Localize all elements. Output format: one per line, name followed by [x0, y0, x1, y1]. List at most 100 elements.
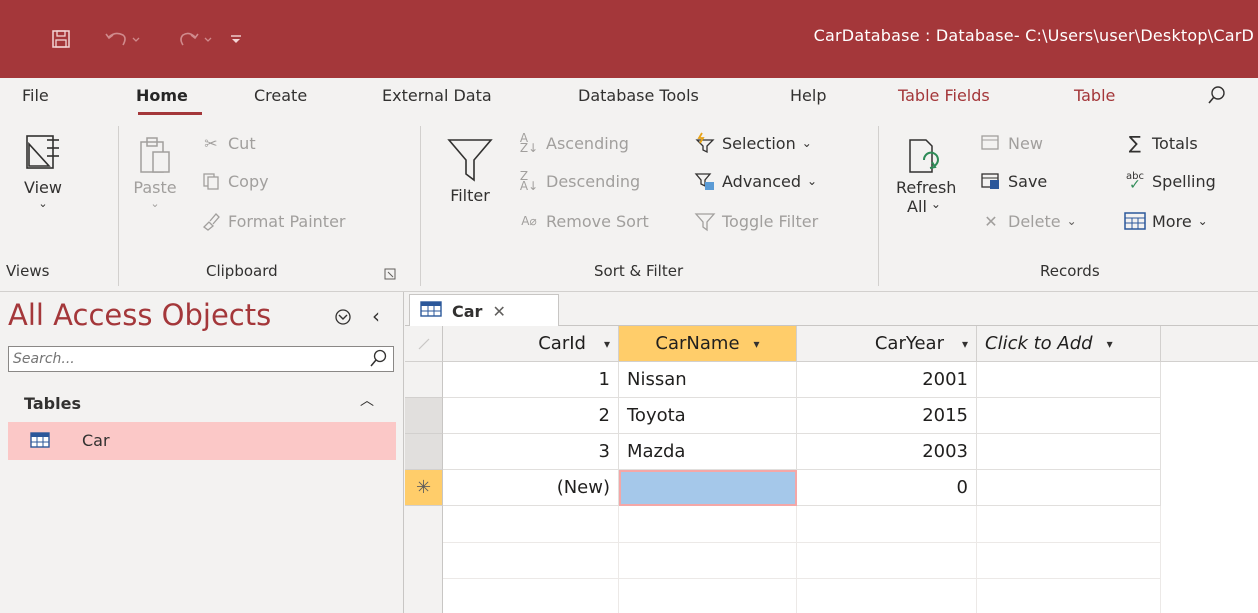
row-selector[interactable] [405, 362, 443, 398]
datasheet-grid: CarId ▾ CarName ▾ CarYear ▾ Click to Add ▾ 1… [405, 326, 1258, 613]
cell-caryear-new[interactable]: 0 [797, 470, 977, 506]
format-painter-button[interactable]: Format Painter [200, 210, 345, 232]
cell-carid[interactable]: 3 [443, 434, 619, 470]
advanced-filter-icon [694, 170, 716, 192]
cell-empty[interactable] [977, 434, 1161, 470]
group-label-records: Records [1040, 262, 1100, 280]
view-label: View [24, 178, 62, 197]
refresh-icon [909, 139, 939, 173]
select-all-corner[interactable] [405, 326, 443, 362]
save-icon[interactable] [46, 24, 76, 54]
delete-record-button[interactable]: ✕ Delete ⌄ [980, 210, 1076, 232]
nav-pane-title[interactable]: All Access Objects [8, 298, 271, 332]
document-tab-car[interactable]: Car ✕ [409, 294, 559, 327]
nav-search-input[interactable] [13, 349, 353, 369]
new-record-selector[interactable]: ✳ [405, 470, 443, 506]
save-record-icon [980, 170, 1002, 192]
remove-sort-label: Remove Sort [546, 211, 649, 231]
row-selector[interactable] [405, 434, 443, 470]
totals-label: Totals [1152, 133, 1198, 153]
cell-carid[interactable]: 1 [443, 362, 619, 398]
collapse-section-icon[interactable]: ︿ [360, 390, 374, 410]
cell-empty[interactable] [977, 362, 1161, 398]
tab-help[interactable]: Help [790, 86, 826, 105]
save-record-button[interactable]: Save [980, 170, 1047, 192]
paste-button[interactable]: Paste ⌄ [132, 136, 178, 210]
delete-x-icon: ✕ [984, 211, 998, 231]
toggle-filter-button[interactable]: Toggle Filter [694, 210, 818, 232]
refresh-label-1: Refresh [896, 178, 957, 197]
group-divider [118, 126, 119, 286]
remove-sort-button[interactable]: A⌀ Remove Sort [518, 210, 649, 232]
spelling-button[interactable]: abc ✓ Spelling [1124, 170, 1216, 193]
search-icon[interactable] [369, 348, 389, 372]
table-grid-icon [1124, 210, 1146, 232]
navigation-pane: All Access Objects ‹ Tables ︿ Car [0, 292, 404, 613]
selection-button[interactable]: Selection ⌄ [694, 132, 812, 154]
cell-empty[interactable] [977, 398, 1161, 434]
tab-table-fields[interactable]: Table Fields [898, 86, 990, 105]
funnel-icon [447, 139, 493, 182]
row-selector-gutter [405, 506, 443, 613]
tab-home[interactable]: Home [136, 86, 188, 105]
cell-carname[interactable]: Mazda [619, 434, 797, 470]
cell-carname[interactable]: Toyota [619, 398, 797, 434]
copy-icon [200, 170, 222, 192]
column-header-caryear[interactable]: CarYear ▾ [797, 326, 977, 362]
cell-carid[interactable]: 2 [443, 398, 619, 434]
group-label-sort-filter: Sort & Filter [594, 262, 684, 280]
more-label: More [1152, 211, 1192, 231]
cell-empty[interactable] [977, 470, 1161, 506]
advanced-button[interactable]: Advanced ⌄ [694, 170, 817, 192]
selection-label: Selection [722, 133, 796, 153]
row-selector[interactable] [405, 398, 443, 434]
new-record-button[interactable]: New [980, 132, 1043, 154]
undo-icon[interactable] [100, 24, 146, 54]
tab-table[interactable]: Table [1074, 86, 1115, 105]
chevron-down-icon[interactable]: ▾ [1107, 337, 1113, 351]
column-header-click-to-add[interactable]: Click to Add ▾ [977, 326, 1161, 362]
document-tabstrip: Car ✕ [405, 292, 1258, 327]
totals-button[interactable]: ∑ Totals [1124, 132, 1198, 154]
tab-create[interactable]: Create [254, 86, 307, 105]
cell-caryear[interactable]: 2015 [797, 398, 977, 434]
chevron-down-icon[interactable]: ▾ [604, 337, 610, 351]
filter-button[interactable]: Filter [440, 136, 500, 205]
cell-carname[interactable]: Nissan [619, 362, 797, 398]
close-icon[interactable]: ✕ [492, 302, 505, 321]
collapse-pane-icon[interactable]: ‹ [372, 304, 380, 328]
nav-menu-chevron-icon[interactable] [334, 308, 352, 330]
chevron-down-icon: ⌄ [150, 197, 160, 210]
descending-button[interactable]: Z A↓ Descending [518, 170, 640, 192]
cell-caryear[interactable]: 2001 [797, 362, 977, 398]
advanced-label: Advanced [722, 171, 802, 191]
tab-file[interactable]: File [22, 86, 49, 105]
redo-icon[interactable] [172, 24, 218, 54]
cut-label: Cut [228, 133, 256, 153]
ascending-button[interactable]: A Z↓ Ascending [518, 132, 629, 154]
cell-carid-new[interactable]: (New) [443, 470, 619, 506]
view-button[interactable]: View ⌄ [18, 132, 68, 210]
customize-toolbar-icon[interactable] [226, 24, 246, 54]
column-header-carname[interactable]: CarName ▾ [619, 326, 797, 362]
copy-button[interactable]: Copy [200, 170, 269, 192]
refresh-all-button[interactable]: Refresh All ⌄ [896, 136, 957, 216]
nav-section-tables[interactable]: Tables [24, 394, 81, 413]
window-title: CarDatabase : Database- C:\Users\user\De… [813, 26, 1254, 45]
more-button[interactable]: More ⌄ [1124, 210, 1208, 232]
cell-caryear[interactable]: 2003 [797, 434, 977, 470]
grid-line [443, 542, 1161, 543]
nav-item-car[interactable]: Car [8, 422, 396, 460]
cell-carname-active[interactable] [619, 470, 797, 506]
tab-database-tools[interactable]: Database Tools [578, 86, 699, 105]
tab-external-data[interactable]: External Data [382, 86, 492, 105]
column-header-carid[interactable]: CarId ▾ [443, 326, 619, 362]
search-icon[interactable] [1206, 84, 1228, 110]
cut-button[interactable]: ✂ Cut [200, 132, 256, 154]
asterisk-icon: ✳ [415, 477, 432, 498]
chevron-down-icon[interactable]: ▾ [754, 337, 760, 351]
spelling-check-icon: abc ✓ [1126, 171, 1144, 193]
chevron-down-icon[interactable]: ▾ [962, 337, 968, 351]
dialog-launcher-icon[interactable] [384, 265, 396, 284]
document-tab-label: Car [452, 301, 483, 321]
